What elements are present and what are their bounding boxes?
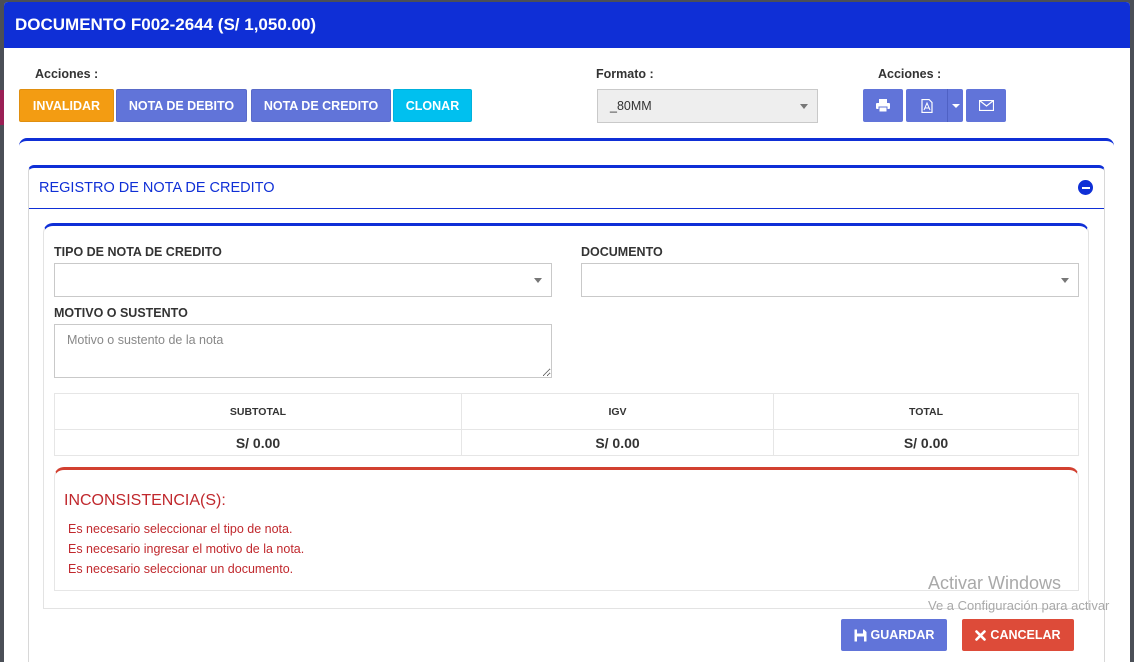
formato-select[interactable]: _80MM — [597, 89, 818, 123]
print-icon — [876, 99, 890, 112]
email-button[interactable] — [966, 89, 1006, 122]
cancelar-button[interactable]: CANCELAR — [962, 619, 1074, 651]
acciones-right-label: Acciones : — [878, 67, 942, 81]
tipo-nota-select[interactable] — [54, 263, 552, 297]
total-value: S/ 0.00 — [773, 429, 1079, 456]
error-title: INCONSISTENCIA(S): — [64, 492, 226, 509]
subtotal-value: S/ 0.00 — [54, 429, 462, 456]
save-icon — [854, 629, 867, 641]
form-container: TIPO DE NOTA DE CREDITO DOCUMENTO MOTIVO… — [43, 223, 1089, 609]
motivo-textarea[interactable] — [54, 324, 552, 378]
caret-down-icon — [951, 103, 960, 108]
close-icon — [975, 629, 987, 641]
mail-icon — [978, 100, 994, 111]
panel-title: REGISTRO DE NOTA DE CREDITO — [39, 180, 275, 196]
collapse-icon[interactable] — [1078, 180, 1093, 195]
totals-value-row: S/ 0.00 S/ 0.00 S/ 0.00 — [54, 429, 1079, 456]
pdf-button[interactable] — [906, 89, 947, 122]
acciones-label: Acciones : — [35, 67, 99, 81]
print-button[interactable] — [863, 89, 903, 122]
guardar-button[interactable]: GUARDAR — [841, 619, 947, 651]
error-box: INCONSISTENCIA(S): Es necesario seleccio… — [54, 467, 1079, 591]
modal-dialog: DOCUMENTO F002-2644 (S/ 1,050.00) Accion… — [4, 2, 1130, 662]
igv-header: IGV — [461, 393, 774, 430]
error-item: Es necesario ingresar el motivo de la no… — [68, 542, 305, 556]
total-header: TOTAL — [773, 393, 1079, 430]
cancelar-label: CANCELAR — [990, 628, 1061, 642]
pdf-dropdown-button[interactable] — [947, 89, 963, 122]
nota-credito-button[interactable]: NOTA DE CREDITO — [251, 89, 391, 122]
chevron-down-icon — [800, 104, 808, 109]
modal-title: DOCUMENTO F002-2644 (S/ 1,050.00) — [4, 2, 1130, 48]
chevron-down-icon — [1061, 278, 1069, 283]
clonar-button[interactable]: CLONAR — [393, 89, 472, 122]
documento-label: DOCUMENTO — [581, 245, 663, 259]
formato-label: Formato : — [596, 67, 654, 81]
panel-header: REGISTRO DE NOTA DE CREDITO — [29, 168, 1104, 209]
totals-table: SUBTOTAL IGV TOTAL S/ 0.00 S/ 0.00 S/ 0.… — [54, 393, 1079, 456]
igv-value: S/ 0.00 — [461, 429, 774, 456]
nota-debito-button[interactable]: NOTA DE DEBITO — [116, 89, 247, 122]
guardar-label: GUARDAR — [870, 628, 935, 642]
error-item: Es necesario seleccionar un documento. — [68, 562, 294, 576]
motivo-label: MOTIVO O SUSTENTO — [54, 306, 188, 320]
pdf-icon — [920, 98, 933, 113]
windows-activation-subtitle: Ve a Configuración para activar — [928, 598, 1110, 613]
formato-value: _80MM — [610, 99, 652, 113]
windows-activation-title: Activar Windows — [928, 573, 1062, 593]
section-divider — [19, 138, 1114, 146]
subtotal-header: SUBTOTAL — [54, 393, 462, 430]
invalidar-button[interactable]: INVALIDAR — [19, 89, 114, 122]
chevron-down-icon — [534, 278, 542, 283]
error-item: Es necesario seleccionar el tipo de nota… — [68, 522, 293, 536]
totals-header-row: SUBTOTAL IGV TOTAL — [54, 393, 1079, 430]
documento-select[interactable] — [581, 263, 1079, 297]
tipo-nota-label: TIPO DE NOTA DE CREDITO — [54, 245, 222, 259]
